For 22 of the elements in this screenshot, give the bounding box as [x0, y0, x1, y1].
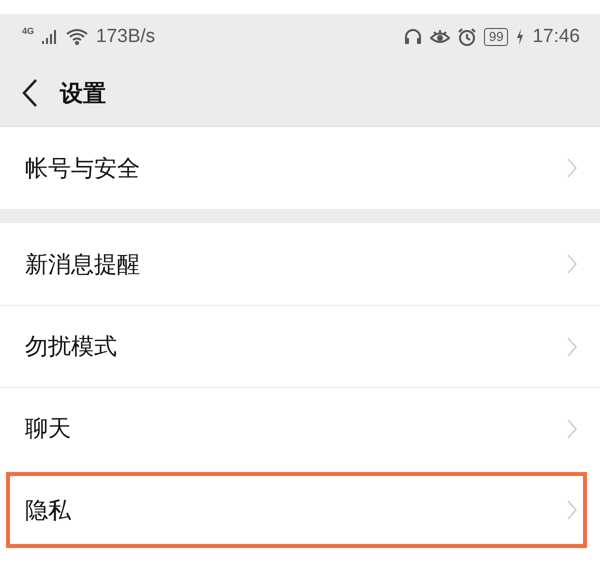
charging-icon — [516, 29, 524, 45]
chevron-icon — [566, 253, 578, 275]
wifi-icon — [66, 28, 88, 46]
alarm-icon — [458, 28, 476, 46]
headphones-icon — [404, 28, 422, 46]
eye-icon — [430, 28, 450, 46]
clock-time: 17:46 — [532, 26, 580, 48]
settings-item[interactable]: 隐私 — [3, 469, 590, 551]
settings-item[interactable]: 勿扰模式 — [0, 305, 600, 387]
signal-icon — [42, 29, 58, 45]
chevron-icon — [566, 336, 578, 358]
chevron-icon — [566, 157, 578, 179]
back-icon[interactable] — [20, 78, 40, 108]
page-title: 设置 — [60, 80, 106, 108]
network-speed: 173B/s — [96, 26, 156, 48]
battery-level: 99 — [484, 28, 508, 46]
chevron-icon — [566, 418, 578, 440]
settings-item[interactable]: 聊天 — [0, 387, 600, 469]
settings-item[interactable]: 帐号与安全 — [0, 127, 600, 209]
network-type: 4G — [22, 26, 34, 36]
settings-item[interactable]: 新消息提醒 — [0, 223, 600, 305]
chevron-icon — [566, 499, 578, 521]
